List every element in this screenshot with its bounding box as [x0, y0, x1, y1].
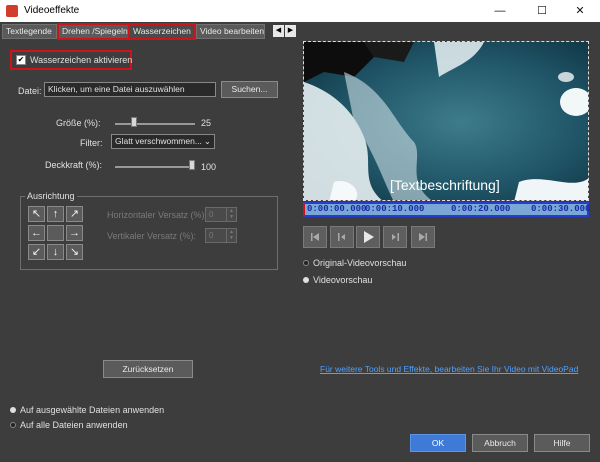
apply-selected-radio[interactable]	[10, 407, 16, 413]
minimize-button[interactable]: —	[480, 0, 520, 22]
alignment-group-label: Ausrichtung	[25, 191, 77, 201]
file-field[interactable]: Klicken, um eine Datei auszuwählen	[44, 82, 216, 97]
spinner-arrows-icon[interactable]: ▲ ▼	[226, 208, 236, 221]
horizontal-offset-spinner[interactable]: 0 ▲ ▼	[205, 207, 237, 222]
filter-select[interactable]: Glatt verschwommen... ⌄	[111, 134, 215, 149]
tab-scroll-left-icon[interactable]: ◀	[273, 25, 284, 37]
opacity-value: 100	[201, 162, 217, 172]
ok-button[interactable]: OK	[410, 434, 466, 452]
align-top-left-button[interactable]: ↖	[28, 206, 45, 222]
tab-video-bearbeiten[interactable]: Video bearbeiten	[196, 24, 265, 39]
tab-textlegende[interactable]: Textlegende	[2, 24, 57, 39]
vertical-offset-value: 0	[209, 231, 214, 240]
align-top-right-button[interactable]: ↗	[66, 206, 83, 222]
app-icon	[6, 5, 18, 17]
timeline-mark-0: 0:00:00.000	[307, 204, 367, 214]
reset-button[interactable]: Zurücksetzen	[103, 360, 193, 378]
vertical-offset-spinner[interactable]: 0 ▲ ▼	[205, 228, 237, 243]
align-bottom-left-button[interactable]: ↙	[28, 244, 45, 260]
play-icon	[364, 231, 374, 243]
step-back-icon	[338, 233, 345, 241]
original-preview-label[interactable]: Original-Videovorschau	[313, 258, 406, 268]
tab-drehen-spiegeln[interactable]: Drehen /Spiegeln	[57, 23, 130, 40]
align-bottom-right-button[interactable]: ↘	[66, 244, 83, 260]
skip-end-icon	[419, 233, 427, 241]
align-bottom-button[interactable]: ↓	[47, 244, 64, 260]
filter-select-value: Glatt verschwommen...	[115, 136, 202, 146]
horizontal-offset-value: 0	[209, 210, 214, 219]
step-forward-button[interactable]	[383, 226, 407, 248]
align-right-button[interactable]: →	[66, 225, 83, 241]
go-to-start-button[interactable]	[303, 226, 327, 248]
video-preview: [Textbeschriftung]	[303, 41, 589, 201]
skip-start-icon	[311, 233, 319, 241]
help-button[interactable]: Hilfe	[534, 434, 590, 452]
horizontal-offset-label: Horizontaler Versatz (%):	[107, 210, 208, 220]
videopad-link[interactable]: Für weitere Tools und Effekte, bearbeite…	[320, 364, 578, 374]
filter-label: Filter:	[80, 138, 103, 148]
step-back-button[interactable]	[330, 226, 354, 248]
browse-button[interactable]: Suchen...	[221, 81, 278, 98]
play-button[interactable]	[356, 226, 380, 248]
timeline-mark-10: 0:00:10.000	[365, 204, 425, 214]
video-preview-radio[interactable]	[303, 277, 309, 283]
align-center-button[interactable]	[47, 225, 64, 241]
tab-scroll-right-icon[interactable]: ▶	[285, 25, 296, 37]
apply-all-label[interactable]: Auf alle Dateien anwenden	[20, 420, 128, 430]
window-title: Videoeffekte	[24, 5, 80, 16]
preview-timeline[interactable]: 0:00:00.000 0:00:10.000 0:00:20.000 0:00…	[303, 202, 591, 217]
cancel-button[interactable]: Abbruch	[472, 434, 528, 452]
original-preview-radio[interactable]	[303, 260, 309, 266]
size-slider-thumb[interactable]	[131, 117, 137, 127]
timeline-mark-20: 0:00:20.000	[451, 204, 511, 214]
apply-selected-label[interactable]: Auf ausgewählte Dateien anwenden	[20, 405, 164, 415]
enable-watermark-label[interactable]: Wasserzeichen aktivieren	[30, 55, 132, 65]
opacity-slider-track	[115, 166, 195, 168]
size-slider-track	[115, 123, 195, 125]
title-bar: Videoeffekte — ☐ ✕	[0, 0, 600, 22]
tab-wasserzeichen[interactable]: Wasserzeichen	[128, 23, 196, 40]
go-to-end-button[interactable]	[411, 226, 435, 248]
video-preview-label[interactable]: Videovorschau	[313, 275, 372, 285]
watermark-panel: ✔ Wasserzeichen aktivieren Datei: Klicke…	[2, 39, 295, 386]
align-left-button[interactable]: ←	[28, 225, 45, 241]
timeline-mark-30: 0:00:30.000	[531, 204, 591, 214]
preview-caption: [Textbeschriftung]	[390, 177, 500, 193]
align-top-button[interactable]: ↑	[47, 206, 64, 222]
chevron-down-icon: ⌄	[203, 136, 211, 146]
close-button[interactable]: ✕	[560, 0, 600, 22]
spinner-arrows-icon[interactable]: ▲ ▼	[226, 229, 236, 242]
maximize-button[interactable]: ☐	[522, 0, 562, 22]
opacity-label: Deckkraft (%):	[45, 160, 103, 170]
file-label: Datei:	[18, 86, 42, 96]
size-value: 25	[201, 118, 212, 128]
apply-all-radio[interactable]	[10, 422, 16, 428]
enable-watermark-checkbox[interactable]: ✔	[16, 55, 26, 65]
vertical-offset-label: Vertikaler Versatz (%):	[107, 231, 197, 241]
opacity-slider-thumb[interactable]	[189, 160, 195, 170]
size-label: Größe (%):	[56, 118, 101, 128]
step-forward-icon	[392, 233, 399, 241]
